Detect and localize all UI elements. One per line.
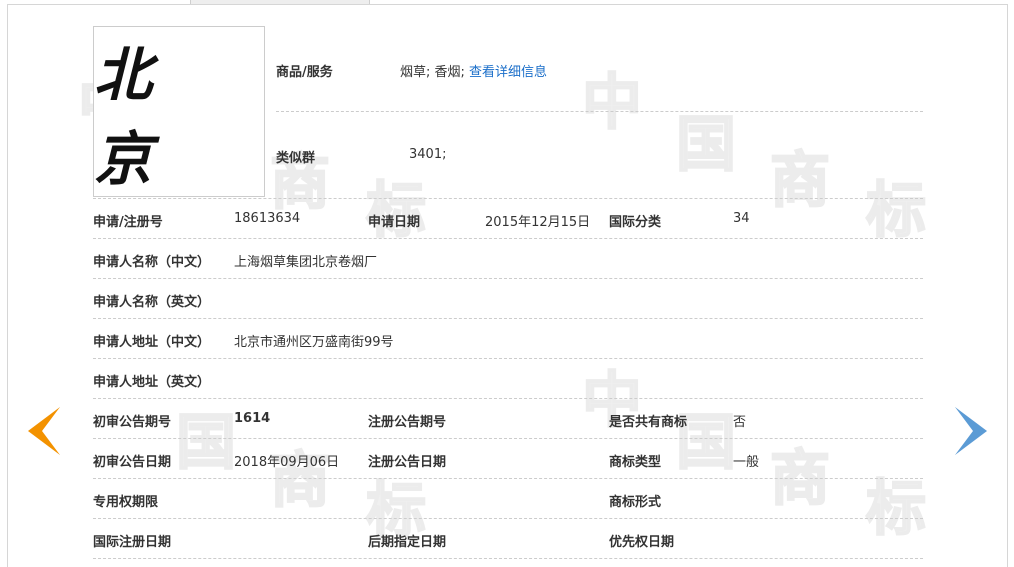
prev-arrow-icon[interactable] [28,407,60,455]
similar-group-label: 类似群 [276,151,316,166]
reg-notice-date-label: 注册公告日期 [368,455,447,470]
goods-value: 烟草; 香烟; 查看详细信息 [400,61,547,80]
next-arrow-icon[interactable] [955,407,987,455]
divider [93,398,923,399]
address-en-label: 申请人地址（英文） [93,375,211,390]
exclusive-period-label: 专用权期限 [93,495,159,510]
divider [93,278,923,279]
prelim-date-label: 初审公告日期 [93,455,172,470]
intl-class-label: 国际分类 [609,215,662,230]
intl-class-value: 34 [733,211,750,226]
view-details-link[interactable]: 查看详细信息 [469,65,547,80]
app-date-label: 申请日期 [368,215,421,230]
reg-no-label: 申请/注册号 [93,215,163,230]
divider [93,358,923,359]
tm-form-label: 商标形式 [609,495,662,510]
divider [93,478,923,479]
shared-value: 否 [733,415,747,430]
prelim-date-value: 2018年09月06日 [234,455,340,470]
watermark-zhong: 中 [581,68,643,138]
tm-type-label: 商标类型 [609,455,662,470]
trademark-image[interactable]: 北 京 [93,26,265,197]
applicant-cn-label: 申请人名称（中文） [93,255,211,270]
reg-notice-no-label: 注册公告期号 [368,415,447,430]
intl-reg-date-label: 国际注册日期 [93,535,172,550]
similar-group-value: 3401; [409,147,447,162]
address-cn-label: 申请人地址（中文） [93,335,211,350]
watermark-biao-2: 标 [865,474,927,544]
watermark-shang-2: 商 [769,444,831,514]
app-date-value: 2015年12月15日 [485,215,591,230]
applicant-cn-value: 上海烟草集团北京卷烟厂 [234,255,378,270]
divider [276,111,923,112]
prelim-no-label: 初审公告期号 [93,415,172,430]
divider [93,238,923,239]
divider [93,558,923,559]
tm-type-value: 一般 [733,455,760,470]
watermark-guo: 国 [675,110,737,180]
goods-text: 烟草; 香烟; [400,65,465,80]
watermark-biao: 标 [865,176,927,246]
prelim-no-value: 1614 [234,411,271,426]
applicant-en-label: 申请人名称（英文） [93,295,211,310]
goods-label: 商品/服务 [276,65,333,80]
trademark-logo-text: 北 京 [94,40,165,193]
divider [93,198,923,199]
priority-date-label: 优先权日期 [609,535,675,550]
later-designation-date-label: 后期指定日期 [368,535,447,550]
address-cn-value: 北京市通州区万盛南街99号 [234,335,394,350]
watermark-shang: 商 [769,146,831,216]
divider [93,438,923,439]
divider [93,318,923,319]
reg-no-value: 18613634 [234,211,301,226]
divider [93,518,923,519]
shared-label: 是否共有商标 [609,415,688,430]
watermark-guo-3: 国 [175,408,237,478]
